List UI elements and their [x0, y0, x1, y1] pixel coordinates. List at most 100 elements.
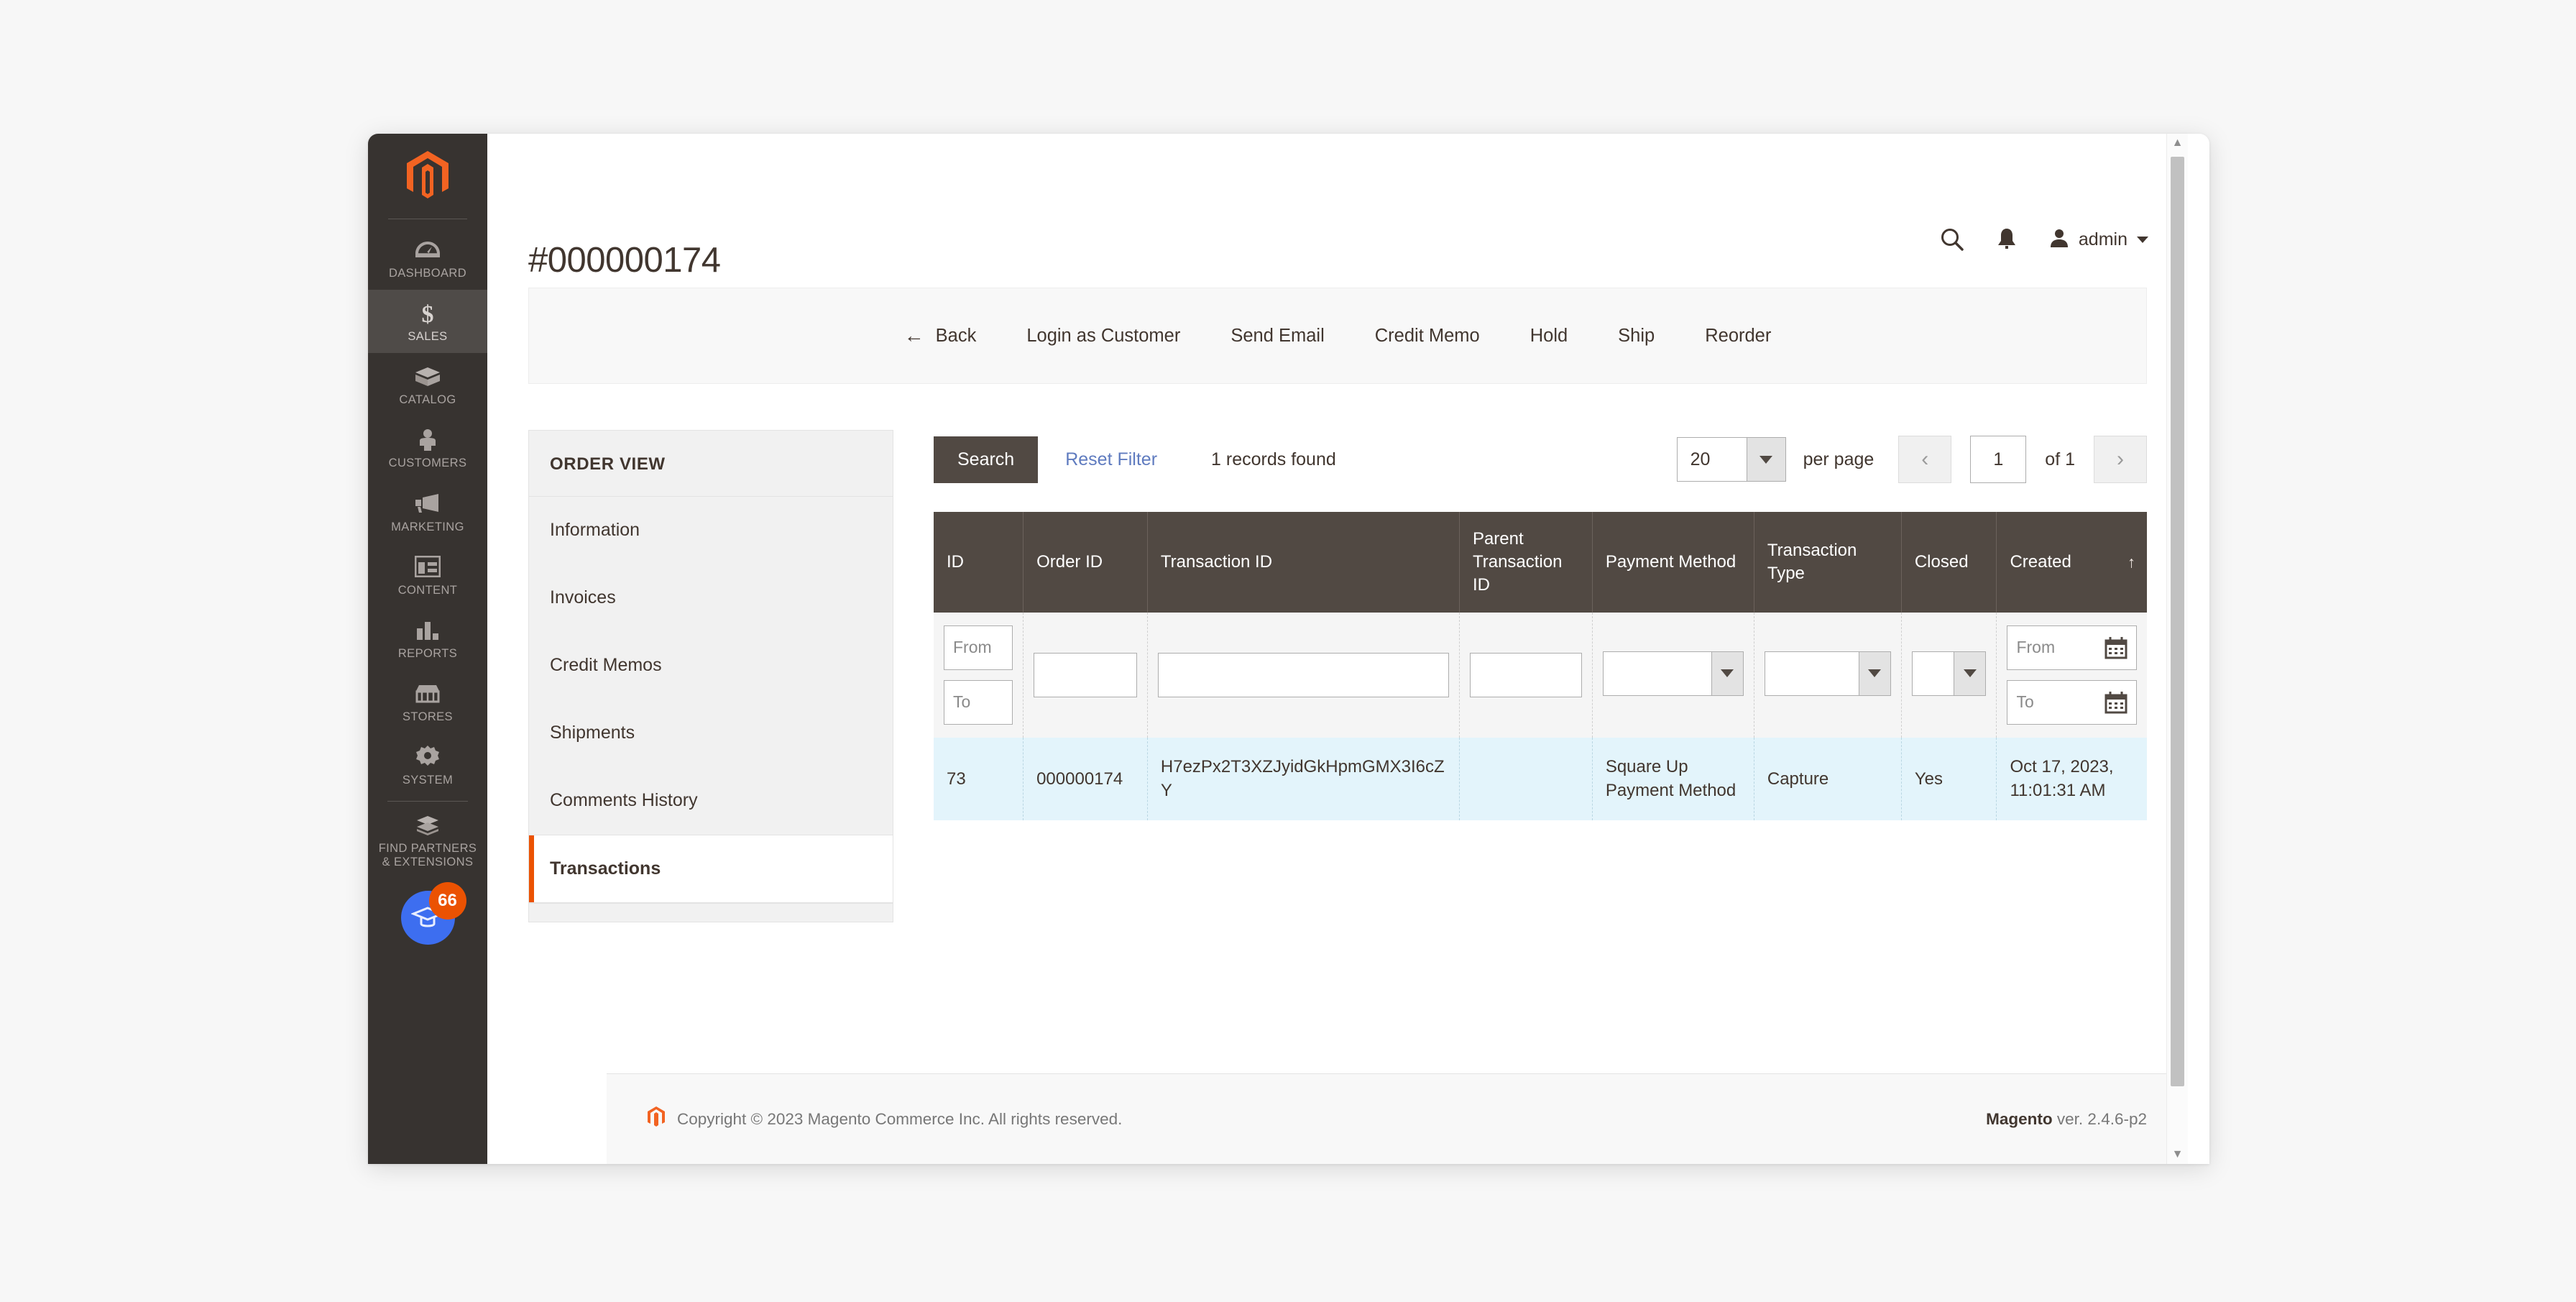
filter-transaction-type-value — [1765, 652, 1859, 695]
sidebar-item-content[interactable]: CONTENT — [368, 544, 487, 607]
filter-transaction-type-select[interactable] — [1764, 651, 1891, 696]
transactions-table: ID Order ID Transaction ID Parent Transa… — [934, 512, 2147, 820]
sidebar-item-label: DASHBOARD — [388, 267, 467, 280]
sidebar-item-system[interactable]: SYSTEM — [368, 733, 487, 797]
ship-button[interactable]: Ship — [1593, 318, 1680, 354]
sidebar-item-label: CONTENT — [397, 583, 458, 597]
bar-chart-icon — [369, 618, 486, 643]
order-view-item-shipments[interactable]: Shipments — [529, 700, 893, 767]
column-header-order-id[interactable]: Order ID — [1023, 512, 1148, 613]
sidebar-item-sales[interactable]: $ SALES — [368, 290, 487, 354]
admin-sidebar: DASHBOARD $ SALES CATALOG CUSTOMERS MARK… — [368, 134, 487, 1164]
chevron-down-icon — [2137, 236, 2148, 243]
order-view-panel: ORDER VIEW Information Invoices Credit M… — [528, 430, 893, 922]
filter-order-id[interactable] — [1034, 652, 1137, 697]
storefront-icon — [369, 681, 486, 707]
scroll-down-arrow[interactable]: ▼ — [2167, 1145, 2188, 1164]
column-header-payment-method[interactable]: Payment Method — [1592, 512, 1754, 613]
box-icon — [369, 364, 486, 390]
magento-logo[interactable] — [368, 134, 487, 219]
order-view-item-transactions[interactable]: Transactions — [529, 835, 893, 903]
chevron-down-icon — [1746, 438, 1785, 481]
sidebar-item-dashboard[interactable]: DASHBOARD — [368, 226, 487, 290]
chevron-down-icon — [1858, 651, 1890, 695]
column-header-id[interactable]: ID — [934, 512, 1024, 613]
learn-badge[interactable]: 66 — [368, 882, 487, 945]
calendar-icon[interactable] — [2104, 636, 2128, 659]
scroll-up-arrow[interactable]: ▲ — [2167, 134, 2188, 152]
records-found-text: 1 records found — [1211, 449, 1336, 469]
user-menu[interactable]: admin — [2049, 228, 2148, 252]
filter-payment-method-select[interactable] — [1602, 651, 1744, 696]
sidebar-item-marketing[interactable]: MARKETING — [368, 480, 487, 544]
sidebar-item-label: FIND PARTNERS & EXTENSIONS — [378, 842, 477, 869]
cell-id: 73 — [934, 737, 1024, 820]
sidebar-item-reports[interactable]: REPORTS — [368, 607, 487, 670]
filter-transaction-id[interactable] — [1157, 652, 1449, 697]
column-header-parent-transaction-id[interactable]: Parent Transaction ID — [1459, 512, 1593, 613]
next-page-button[interactable]: › — [2094, 436, 2147, 483]
table-row[interactable]: 73 000000174 H7ezPx2T3XZJyidGkHpmGMX3I6c… — [934, 737, 2147, 820]
learn-badge-count: 66 — [428, 882, 466, 920]
order-view-item-information[interactable]: Information — [529, 497, 893, 564]
vertical-scrollbar[interactable]: ▲ ▼ — [2166, 134, 2188, 1164]
sidebar-item-customers[interactable]: CUSTOMERS — [368, 416, 487, 480]
credit-memo-button[interactable]: Credit Memo — [1350, 318, 1505, 354]
column-header-closed[interactable]: Closed — [1901, 512, 1997, 613]
calendar-icon[interactable] — [2104, 691, 2128, 714]
filter-cell-payment-method — [1592, 612, 1754, 738]
filter-id-from[interactable] — [944, 625, 1013, 670]
person-icon — [369, 427, 486, 453]
filter-parent-transaction-id[interactable] — [1469, 652, 1582, 697]
reorder-button[interactable]: Reorder — [1680, 318, 1796, 354]
filter-cell-transaction-type — [1754, 612, 1902, 738]
per-page-select[interactable]: 20 — [1676, 437, 1786, 482]
reset-filter-link[interactable]: Reset Filter — [1065, 449, 1157, 470]
gear-icon — [369, 744, 486, 770]
page-number-input[interactable] — [1970, 436, 2027, 483]
back-button[interactable]: ← Back — [879, 318, 1002, 354]
hold-button[interactable]: Hold — [1505, 318, 1593, 354]
scrollbar-thumb[interactable] — [2171, 157, 2184, 1086]
footer-version: Magento ver. 2.4.6-p2 — [1986, 1110, 2147, 1129]
order-view-item-invoices[interactable]: Invoices — [529, 564, 893, 632]
megaphone-icon — [369, 491, 486, 517]
sidebar-item-label: SALES — [408, 330, 448, 344]
previous-page-button[interactable]: ‹ — [1898, 436, 1952, 483]
graduation-cap-icon[interactable]: 66 — [400, 882, 466, 945]
search-button[interactable]: Search — [934, 436, 1039, 483]
browser-window: DASHBOARD $ SALES CATALOG CUSTOMERS MARK… — [368, 134, 2209, 1164]
content-area: ORDER VIEW Information Invoices Credit M… — [528, 430, 2147, 961]
back-arrow-icon: ← — [903, 324, 924, 347]
order-view-item-credit-memos[interactable]: Credit Memos — [529, 632, 893, 700]
column-header-transaction-type[interactable]: Transaction Type — [1754, 512, 1902, 613]
order-action-toolbar: ← Back Login as Customer Send Email Cred… — [528, 288, 2147, 384]
filter-payment-method-value — [1604, 652, 1711, 695]
per-page-label: per page — [1803, 449, 1874, 469]
login-as-customer-button[interactable]: Login as Customer — [1001, 318, 1205, 354]
transactions-grid-section: Search Reset Filter 1 records found 20 p… — [934, 430, 2147, 961]
send-email-button[interactable]: Send Email — [1205, 318, 1349, 354]
bell-icon[interactable] — [1996, 227, 2018, 252]
filter-id-to[interactable] — [944, 679, 1013, 725]
sidebar-item-find-partners[interactable]: FIND PARTNERS & EXTENSIONS — [368, 802, 487, 879]
sidebar-item-stores[interactable]: STORES — [368, 670, 487, 733]
filter-cell-order-id — [1023, 612, 1148, 738]
order-view-item-comments-history[interactable]: Comments History — [529, 767, 893, 835]
magento-logo-small — [648, 1106, 665, 1132]
column-header-created-label: Created — [2010, 551, 2071, 572]
filter-closed-select[interactable] — [1911, 651, 1987, 696]
sidebar-item-catalog[interactable]: CATALOG — [368, 353, 487, 416]
footer-version-text: ver. 2.4.6-p2 — [2052, 1109, 2147, 1128]
column-header-created[interactable]: Created ↑ — [1996, 512, 2147, 613]
pager: 20 per page ‹ of 1 › — [1676, 436, 2147, 483]
page-footer: Copyright © 2023 Magento Commerce Inc. A… — [607, 1073, 2188, 1164]
layout-icon — [369, 554, 486, 580]
sidebar-item-label: CUSTOMERS — [388, 457, 467, 470]
search-icon[interactable] — [1940, 227, 1964, 252]
cell-transaction-type: Capture — [1754, 737, 1902, 820]
header-actions: admin — [1940, 227, 2148, 252]
column-header-transaction-id[interactable]: Transaction ID — [1147, 512, 1460, 613]
order-view-horizontal-scrollbar[interactable] — [529, 903, 893, 922]
per-page-value: 20 — [1690, 449, 1711, 469]
